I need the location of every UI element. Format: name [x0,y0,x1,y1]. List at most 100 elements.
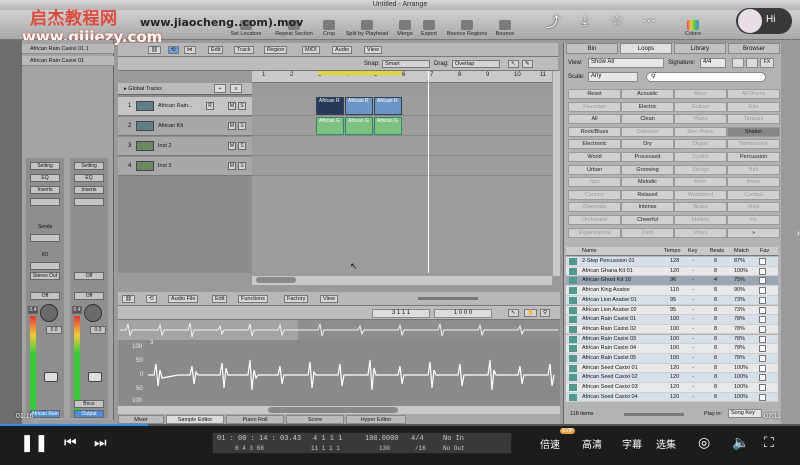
keyword-button[interactable]: Urban [568,164,621,175]
keyword-button[interactable]: Distorted [621,126,674,137]
tab-piano-roll[interactable]: Piano Roll [226,415,284,424]
bar-ruler[interactable]: 1 2 3 4 5 6 7 8 9 10 11 [252,71,552,83]
volume-fader[interactable] [44,372,58,382]
solo-button[interactable]: S [238,122,246,130]
next-icon[interactable]: ⏭ [94,434,107,451]
setting-slot[interactable]: Setting [30,162,60,170]
keyword-button[interactable]: Reset [568,89,621,99]
preview-volume-slider[interactable] [624,413,684,416]
keyword-button[interactable]: Electric [621,101,674,112]
hand-tool-icon[interactable]: ✋ [524,309,537,317]
keyword-button[interactable]: Organ [674,139,727,150]
track-row[interactable]: 3 Inst 2 M S [118,137,252,156]
insert-empty-slot[interactable] [30,198,60,206]
volume-icon[interactable]: 🔈 [732,434,749,451]
signature-dropdown[interactable]: 4/4 [700,58,726,68]
split-by-playhead-button[interactable]: Split by Playhead [342,20,392,38]
keyword-button[interactable]: Piano [674,114,727,125]
playhead[interactable] [428,71,429,273]
arrange-vertical-scrollbar[interactable] [553,71,560,276]
more-icon[interactable]: ⋯ [640,12,658,28]
keyword-button[interactable]: Intense [621,202,674,213]
output-slot[interactable]: Off [74,272,104,280]
audio-region[interactable]: African R [316,97,344,115]
add-track-icon[interactable]: + [214,84,226,93]
keyword-button[interactable]: Synths [674,152,727,162]
tab-score[interactable]: Score [286,415,344,424]
global-tracks-header[interactable]: ▸ Global Tracks + ≡ [118,83,252,95]
keyword-button[interactable]: Electronic [568,139,621,150]
keyword-button[interactable]: Guitars [674,101,727,112]
loop-result-row[interactable]: African Seed Caxixi 04 120 - 8 100% [566,392,778,403]
keyword-button[interactable]: Bell [727,164,780,175]
audio-menu[interactable]: Audio [332,46,353,54]
keyword-button[interactable]: Shaker [727,126,780,137]
keyword-button[interactable]: Clean [621,114,674,125]
keyword-button[interactable]: All Drums [727,89,780,99]
pan-knob[interactable] [40,304,58,322]
solo-button[interactable]: S [238,142,246,150]
keyword-button[interactable]: Beats [727,177,780,188]
solo-button[interactable]: S [238,162,246,170]
keyword-button[interactable]: Vinyl [727,202,780,213]
keyword-button[interactable]: Relaxed [621,189,674,200]
insert-empty-slot[interactable] [74,198,104,206]
keyword-button[interactable]: Jazz [568,177,621,188]
audio-region[interactable]: African R [374,97,402,115]
setting-slot[interactable]: Setting [74,162,104,170]
favorite-checkbox[interactable] [759,374,766,382]
keyword-button[interactable]: Percussion [727,152,780,162]
zoom-tool-icon[interactable]: ⚲ [540,309,551,317]
editor-link-icon[interactable]: ⛓ [122,295,135,303]
favorite-checkbox[interactable] [759,287,766,295]
catch-icon[interactable]: ⟲ [168,46,179,54]
keyword-button[interactable]: Orchestral [568,215,621,225]
editor-scrollbar[interactable] [118,406,560,414]
col-match[interactable]: Match [734,248,749,254]
loop-result-row[interactable]: African Rain Caxixi 02 100 - 8 78% [566,324,778,335]
download-icon[interactable]: ⤓ [576,12,594,28]
mute-button[interactable]: M [228,102,236,110]
keyword-button[interactable]: FX [727,215,780,225]
track-lane[interactable]: African R African R African R [252,97,556,116]
editor-catch-icon[interactable]: ⟲ [146,295,157,303]
side-arrow-icon[interactable]: › [797,228,800,239]
tab-mixer[interactable]: Mixer [118,415,164,424]
edit-menu[interactable]: Edit [208,46,224,54]
midi-menu[interactable]: MIDI [302,46,320,54]
favorite-checkbox[interactable] [759,335,766,343]
play-in-dropdown[interactable]: Song Key [728,409,762,418]
functions-menu[interactable]: Functions [238,295,268,303]
fullscreen-icon[interactable]: ⛶ [764,434,774,451]
keyword-button[interactable]: Melodic [621,177,674,188]
assistant-badge[interactable]: Hi [736,8,792,34]
favorite-checkbox[interactable] [759,393,766,401]
output-slot[interactable]: Stereo Out [30,272,60,280]
episodes-button[interactable]: 选集 [656,436,676,451]
drummer-region[interactable]: African G [316,117,344,135]
keyword-button[interactable]: Dark [621,227,674,238]
col-key[interactable]: Key [688,248,697,254]
track-row[interactable]: 4 Inst 3 M S [118,157,252,176]
waveform-overview[interactable] [118,320,560,340]
keyword-button[interactable]: Elec Piano [674,126,727,137]
previous-icon[interactable]: ⏮ [64,434,77,451]
button-view-icon[interactable] [746,58,758,68]
region-menu[interactable]: Region [264,46,288,54]
keyword-button[interactable]: Timpani [727,114,780,125]
keyword-button[interactable]: Vibes [674,227,727,238]
inspector-region-row[interactable]: African Rain Caxixi 01 [22,56,114,66]
tab-bin[interactable]: Bin [566,43,618,54]
factory-menu[interactable]: Factory [284,295,309,303]
share-icon[interactable]: ⤴ [544,12,562,30]
mute-button[interactable]: M [228,142,236,150]
favorite-checkbox[interactable] [759,296,766,304]
col-tempo[interactable]: Tempo [664,248,681,254]
solo-button[interactable]: S [238,102,246,110]
tab-loops[interactable]: Loops [620,43,672,54]
bounce-regions-button[interactable]: Bounce Regions [443,20,491,38]
drag-dropdown[interactable]: Overlap [452,60,500,68]
scroll-thumb[interactable] [256,277,296,283]
quality-button[interactable]: 高清 [582,436,602,451]
pointer-tool-icon[interactable]: ↖ [508,60,519,68]
